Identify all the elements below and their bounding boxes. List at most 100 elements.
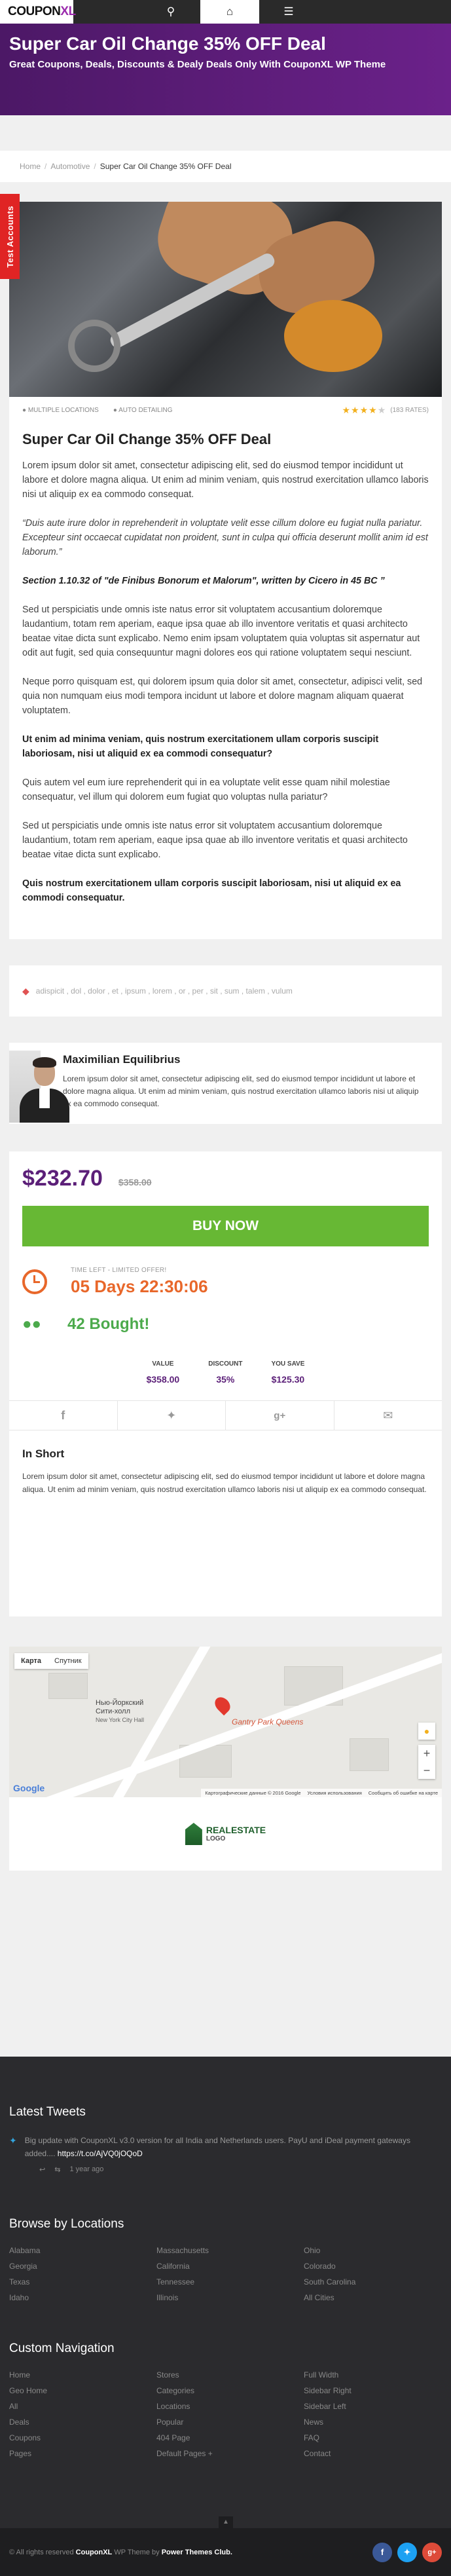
location-link[interactable]: Ohio <box>304 2246 451 2255</box>
brand-line2: LOGO <box>206 1835 226 1842</box>
email-icon[interactable]: ✉ <box>334 1401 442 1430</box>
breadcrumb-category[interactable]: Automotive <box>50 162 90 171</box>
nav-link[interactable]: Home <box>9 2370 156 2380</box>
nav-link[interactable]: Default Pages + <box>156 2449 304 2458</box>
nav-link[interactable]: Stores <box>156 2370 304 2380</box>
map-tab-map[interactable]: Карта <box>14 1653 48 1669</box>
author-name[interactable]: Maximilian Equilibrius <box>63 1053 429 1066</box>
clock-icon <box>22 1269 47 1294</box>
location-link[interactable]: South Carolina <box>304 2277 451 2287</box>
zoom-controls: + − <box>418 1745 435 1779</box>
tweet-item: ✦ Big update with CouponXL v3.0 version … <box>9 2134 442 2160</box>
test-accounts-label: Test Accounts <box>5 205 15 268</box>
stat-value: VALUE $358.00 <box>147 1360 180 1385</box>
in-short-text: Lorem ipsum dolor sit amet, consectetur … <box>22 1472 427 1494</box>
breadcrumb-home[interactable]: Home <box>20 162 41 171</box>
breadcrumb-current: Super Car Oil Change 35% OFF Deal <box>99 162 232 171</box>
retweet-icon[interactable]: ⇆ <box>54 2165 60 2174</box>
location-text: MULTIPLE LOCATIONS <box>27 406 99 414</box>
article-section-heading: Section 1.10.32 of "de Finibus Bonorum e… <box>22 576 385 586</box>
location-meta[interactable]: ● MULTIPLE LOCATIONS <box>22 407 99 414</box>
page-subtitle: Great Coupons, Deals, Discounts & Dealy … <box>9 59 386 70</box>
location-link[interactable]: California <box>156 2262 304 2271</box>
store-logo[interactable]: REALESTATE LOGO <box>9 1797 442 1871</box>
logo-suffix: XL <box>60 5 76 18</box>
deal-article: ● MULTIPLE LOCATIONS ● AUTO DETAILING ★★… <box>9 202 442 939</box>
copyright-brand[interactable]: CouponXL <box>76 2548 113 2556</box>
poi-line: Сити-холл <box>96 1708 131 1715</box>
article-bold-paragraph: Ut enim ad minima veniam, quis nostrum e… <box>22 734 379 759</box>
zoom-in-button[interactable]: + <box>418 1745 435 1762</box>
nav-link[interactable]: News <box>304 2417 451 2427</box>
menu-icon[interactable]: ☰ <box>259 0 318 24</box>
copyright-author[interactable]: Power Themes Club. <box>162 2548 232 2556</box>
author-bio: Lorem ipsum dolor sit amet, consectetur … <box>62 1074 419 1108</box>
time-left-value: 05 Days 22:30:06 <box>71 1277 208 1296</box>
deal-stats: VALUE $358.00 DISCOUNT 35% YOU SAVE $125.30 <box>22 1360 429 1385</box>
search-icon[interactable]: ⚲ <box>141 0 200 24</box>
nav-link[interactable]: 404 Page <box>156 2433 304 2442</box>
share-bar: f ✦ g+ ✉ <box>9 1400 442 1430</box>
scroll-top-button[interactable]: ▲ <box>219 2516 233 2528</box>
location-link[interactable]: Alabama <box>9 2246 156 2255</box>
nav-link[interactable]: Sidebar Right <box>304 2386 451 2395</box>
location-link[interactable]: Idaho <box>9 2293 156 2302</box>
facebook-icon[interactable]: f <box>9 1401 118 1430</box>
map-report-link[interactable]: Сообщить об ошибке на карте <box>369 1790 438 1796</box>
nav-link[interactable]: Full Width <box>304 2370 451 2380</box>
nav-link[interactable]: Sidebar Left <box>304 2402 451 2411</box>
map-terms-link[interactable]: Условия использования <box>308 1790 362 1796</box>
tweet-link[interactable]: https://t.co/AjVQ0jOQoD <box>58 2149 143 2158</box>
building-icon <box>185 1823 202 1845</box>
nav-link[interactable]: All <box>9 2402 156 2411</box>
top-bar: COUPON XL ⚲ ⌂ ☰ <box>0 0 451 24</box>
location-link[interactable]: Tennessee <box>156 2277 304 2287</box>
article-paragraph: Neque porro quisquam est, qui dolorem ip… <box>22 677 423 716</box>
social-links: f ✦ g+ <box>372 2542 442 2562</box>
google-plus-icon[interactable]: g+ <box>422 2542 442 2562</box>
facebook-icon[interactable]: f <box>372 2542 392 2562</box>
test-accounts-tab[interactable]: Test Accounts <box>0 194 20 279</box>
map-footer: Картографические данные © 2016 Google Ус… <box>201 1789 442 1797</box>
nav-link[interactable]: Pages <box>9 2449 156 2458</box>
google-plus-icon[interactable]: g+ <box>226 1401 334 1430</box>
location-link[interactable]: Illinois <box>156 2293 304 2302</box>
reply-icon[interactable]: ↩ <box>39 2165 45 2174</box>
location-link[interactable]: All Cities <box>304 2293 451 2302</box>
street-view-icon[interactable]: ● <box>418 1723 435 1740</box>
rating-stars[interactable]: ★★★★★ <box>342 405 387 416</box>
home-icon[interactable]: ⌂ <box>200 0 259 24</box>
nav-link[interactable]: Deals <box>9 2417 156 2427</box>
copyright-prefix: © All rights reserved <box>9 2548 74 2556</box>
twitter-icon[interactable]: ✦ <box>118 1401 226 1430</box>
location-link[interactable]: Texas <box>9 2277 156 2287</box>
location-link[interactable]: Massachusetts <box>156 2246 304 2255</box>
stat-label: DISCOUNT <box>208 1360 243 1368</box>
copyright-bar: © All rights reserved CouponXL WP Theme … <box>0 2528 451 2576</box>
google-logo: Google <box>13 1783 45 1793</box>
nav-link[interactable]: Categories <box>156 2386 304 2395</box>
location-link[interactable]: Georgia <box>9 2262 156 2271</box>
article-paragraph: Quis autem vel eum iure reprehenderit qu… <box>22 777 390 802</box>
tag-icon: ◆ <box>22 985 29 996</box>
zoom-out-button[interactable]: − <box>418 1762 435 1779</box>
location-link[interactable]: Colorado <box>304 2262 451 2271</box>
nav-link[interactable]: Contact <box>304 2449 451 2458</box>
buy-now-button[interactable]: BUY NOW <box>22 1206 429 1246</box>
map-tab-satellite[interactable]: Спутник <box>48 1653 88 1669</box>
category-meta[interactable]: ● AUTO DETAILING <box>113 407 173 414</box>
site-logo[interactable]: COUPON XL <box>0 0 76 24</box>
map[interactable]: Карта Спутник Нью-Йоркский Сити-холл New… <box>9 1647 442 1797</box>
poi-line: Нью-Йоркский <box>96 1699 144 1707</box>
map-pin-icon[interactable] <box>211 1694 234 1716</box>
nav-link[interactable]: Popular <box>156 2417 304 2427</box>
nav-link[interactable]: Coupons <box>9 2433 156 2442</box>
nav-link[interactable]: Geo Home <box>9 2386 156 2395</box>
rating-count: (183 RATES) <box>390 406 429 414</box>
nav-link[interactable]: Locations <box>156 2402 304 2411</box>
stat-number: 35% <box>216 1374 235 1385</box>
tags-list[interactable]: adispicit , dol , dolor , et , ipsum , l… <box>36 986 293 996</box>
nav-link[interactable]: FAQ <box>304 2433 451 2442</box>
twitter-icon[interactable]: ✦ <box>397 2542 417 2562</box>
site-footer: Latest Tweets ✦ Big update with CouponXL… <box>0 2057 451 2528</box>
